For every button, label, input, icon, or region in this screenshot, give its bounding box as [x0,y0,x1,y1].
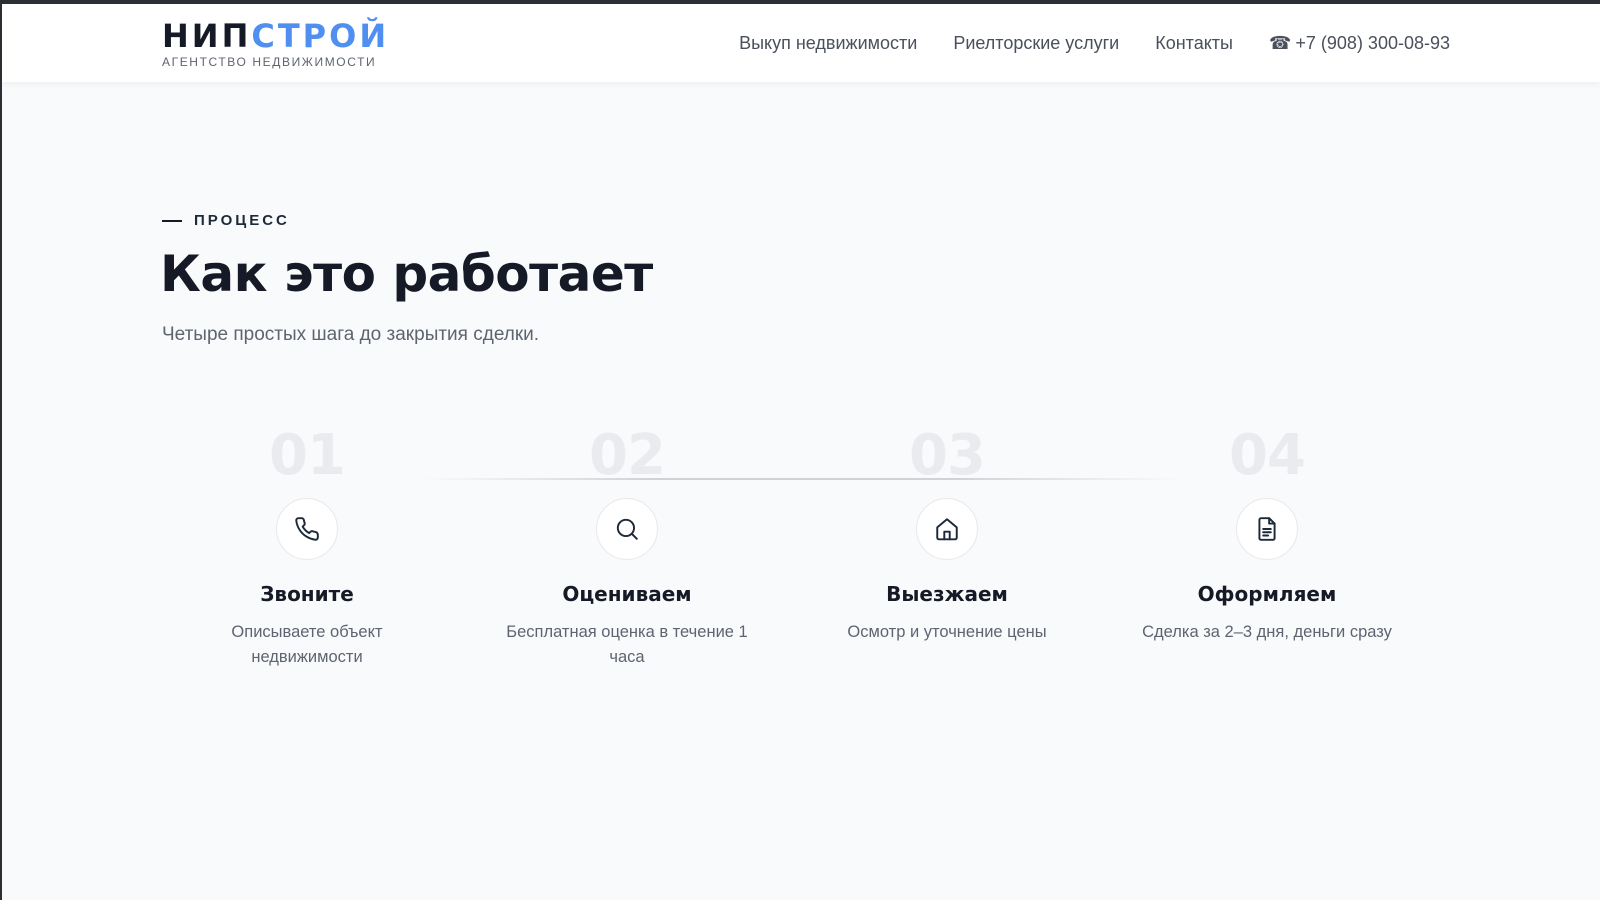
page-viewport: НИП СТРОЙ АГЕНТСТВО НЕДВИЖИМОСТИ Выкуп н… [2,4,1600,900]
nav-item-contacts[interactable]: Контакты [1155,33,1233,54]
step-title: Выезжаем [886,582,1008,606]
search-icon [616,518,638,540]
step-visit: 03 Выезжаем Осмотр и уточнение цены [797,424,1097,645]
site-header: НИП СТРОЙ АГЕНТСТВО НЕДВИЖИМОСТИ Выкуп н… [2,4,1600,82]
phone-number: +7 (908) 300-08-93 [1295,32,1450,53]
step-finalize: 04 Оформляем Сделка за 2–3 дня, деньги с… [1117,424,1417,645]
eyebrow-dash [162,219,182,222]
step-number: 01 [269,423,346,488]
logo-wordmark: НИП СТРОЙ [162,19,389,53]
logo-part1: НИП [162,17,252,55]
step-call: 01 Звоните Описываете объект недвижимост… [157,424,457,670]
step-evaluate: 02 Оцениваем Бесплатная оценка в течение… [477,424,777,670]
eyebrow-text: ПРОЦЕСС [194,212,290,229]
nav-item-buyout[interactable]: Выкуп недвижимости [739,33,917,54]
step-icon-circle [1236,498,1298,560]
logo-subtitle: АГЕНТСТВО НЕДВИЖИМОСТИ [162,55,377,69]
phone-icon [295,517,319,541]
step-number: 04 [1229,423,1306,488]
step-description: Сделка за 2–3 дня, деньги сразу [1142,623,1392,641]
step-title: Оцениваем [562,582,692,606]
section-title: Как это работает [160,245,653,303]
document-icon [1258,517,1276,541]
nav-phone-link[interactable]: ☎ +7 (908) 300-08-93 [1269,33,1450,54]
section-subtitle: Четыре простых шага до закрытия сделки. [162,324,540,345]
step-number: 02 [589,423,666,488]
step-title: Звоните [260,582,354,606]
phone-icon: ☎ [1268,32,1292,53]
step-icon-circle [276,498,338,560]
logo[interactable]: НИП СТРОЙ АГЕНТСТВО НЕДВИЖИМОСТИ [162,19,389,69]
step-icon-circle [596,498,658,560]
step-number: 03 [909,423,986,488]
logo-part2: СТРОЙ [251,17,390,55]
nav-item-realtor-services[interactable]: Риелторские услуги [953,33,1119,54]
home-icon [936,518,958,541]
step-icon-circle [916,498,978,560]
main-nav: Выкуп недвижимости Риелторские услуги Ко… [739,4,1450,82]
step-description: Бесплатная оценка в течение 1 часа [506,623,748,666]
step-title: Оформляем [1197,582,1337,606]
section-eyebrow: ПРОЦЕСС [162,212,290,229]
step-description: Осмотр и уточнение цены [847,623,1047,641]
step-description: Описываете объект недвижимости [231,623,383,666]
